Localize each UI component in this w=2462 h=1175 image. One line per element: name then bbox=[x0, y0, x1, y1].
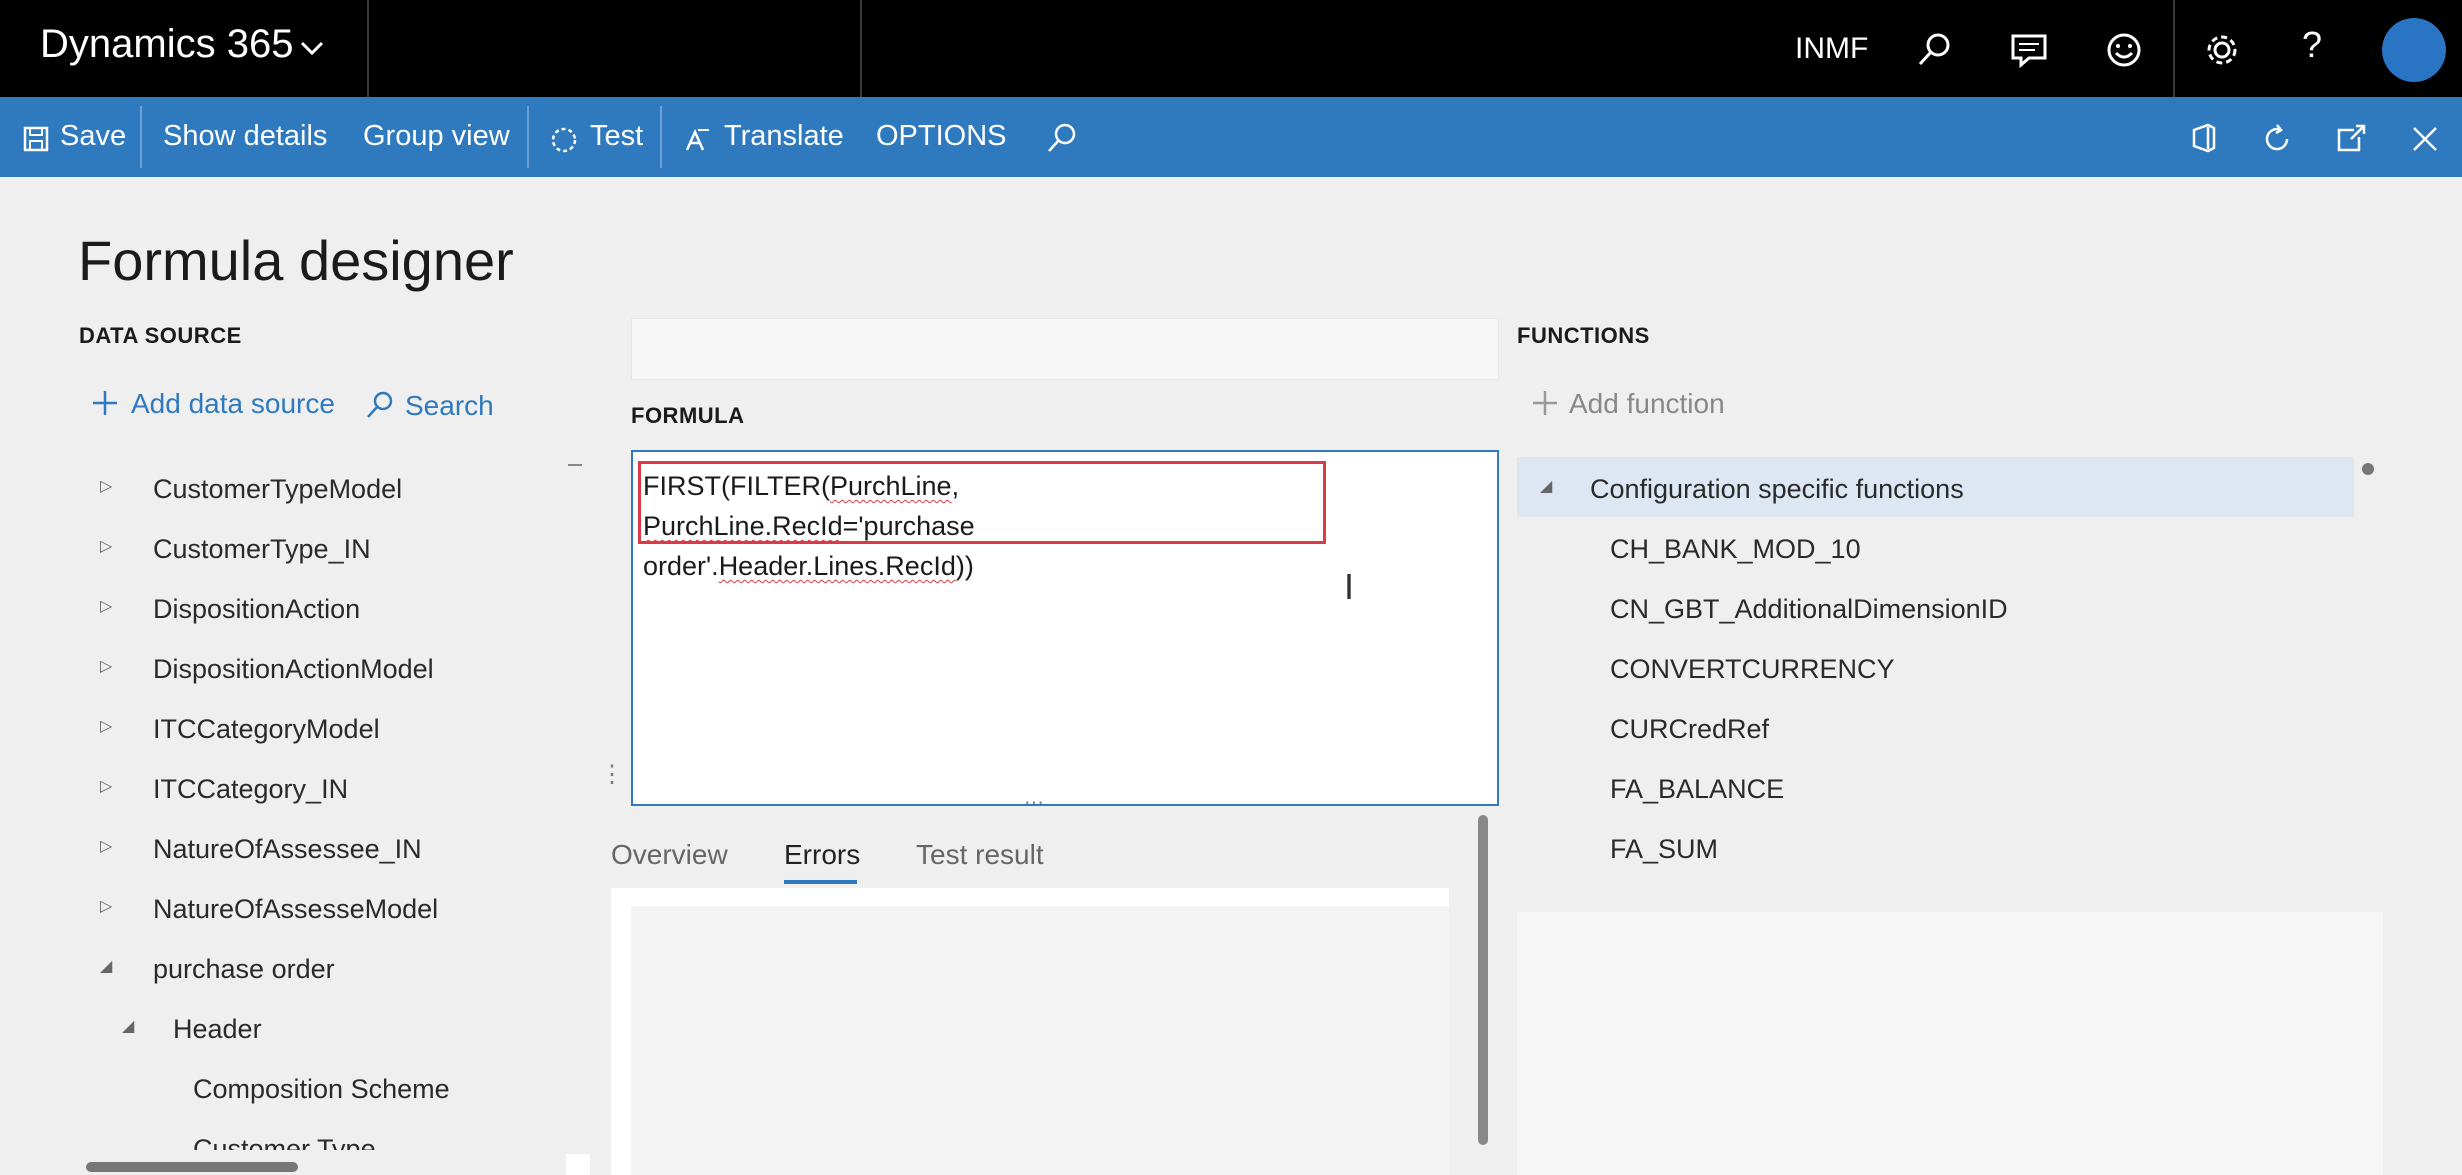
tab-errors[interactable]: Errors bbox=[784, 839, 860, 871]
tree-item[interactable]: purchase order bbox=[153, 954, 335, 985]
group-view-button[interactable]: Group view bbox=[363, 120, 510, 153]
office-icon[interactable] bbox=[2188, 122, 2220, 154]
expand-icon[interactable]: ▷ bbox=[100, 656, 112, 676]
function-description-panel bbox=[1517, 912, 2383, 1175]
tree-item[interactable]: Customer Type bbox=[193, 1134, 376, 1150]
top-navigation-bar bbox=[0, 0, 2462, 97]
options-tab[interactable]: OPTIONS bbox=[876, 120, 1007, 153]
app-title[interactable]: Dynamics 365 bbox=[40, 22, 293, 67]
formula-highlight-box bbox=[638, 461, 1326, 544]
add-icon bbox=[93, 391, 117, 415]
formula-path-bar bbox=[631, 318, 1499, 380]
expand-icon[interactable]: ▷ bbox=[100, 596, 112, 616]
save-button[interactable]: Save bbox=[60, 120, 126, 153]
test-icon bbox=[551, 127, 577, 153]
expand-icon[interactable]: ▷ bbox=[100, 716, 112, 736]
resize-handle-icon[interactable]: ⋯ bbox=[1024, 790, 1044, 815]
scroll-corner bbox=[566, 1154, 590, 1175]
tree-item[interactable]: Composition Scheme bbox=[193, 1074, 450, 1105]
tree-item[interactable]: Header bbox=[173, 1014, 262, 1045]
search-icon bbox=[367, 391, 393, 418]
topbar-divider bbox=[860, 0, 862, 97]
page-title: Formula designer bbox=[78, 229, 514, 292]
function-item[interactable]: CH_BANK_MOD_10 bbox=[1610, 534, 1861, 565]
action-divider bbox=[660, 106, 662, 168]
function-item[interactable]: CURCredRef bbox=[1610, 714, 1769, 745]
function-group-label[interactable]: Configuration specific functions bbox=[1590, 474, 1964, 505]
expand-icon[interactable]: ▷ bbox=[100, 476, 112, 496]
tree-item[interactable]: CustomerType_IN bbox=[153, 534, 371, 565]
add-icon bbox=[1533, 391, 1557, 415]
save-icon bbox=[23, 126, 49, 152]
smiley-icon[interactable] bbox=[2102, 28, 2146, 72]
tree-item-clip: Customer Type bbox=[150, 1128, 580, 1150]
function-item[interactable]: FA_BALANCE bbox=[1610, 774, 1784, 805]
avatar[interactable] bbox=[2382, 18, 2446, 82]
expand-icon[interactable]: ▷ bbox=[100, 836, 112, 856]
close-icon[interactable] bbox=[2410, 124, 2440, 154]
formula-token: Header.Lines.RecId bbox=[718, 551, 956, 581]
tree-item[interactable]: NatureOfAssesseModel bbox=[153, 894, 438, 925]
tree-item[interactable]: ITCCategory_IN bbox=[153, 774, 348, 805]
expand-icon[interactable]: ▷ bbox=[100, 536, 112, 556]
search-icon[interactable] bbox=[1044, 120, 1080, 156]
functions-heading: FUNCTIONS bbox=[1517, 323, 1650, 348]
chevron-down-icon[interactable] bbox=[296, 32, 328, 64]
show-details-button[interactable]: Show details bbox=[163, 120, 327, 153]
add-function-button[interactable]: Add function bbox=[1569, 388, 1725, 420]
text-cursor-icon: I bbox=[1344, 566, 1355, 607]
refresh-icon[interactable] bbox=[2260, 122, 2294, 156]
data-source-search-button[interactable]: Search bbox=[405, 390, 494, 422]
active-tab-indicator bbox=[784, 880, 857, 884]
function-item[interactable]: CONVERTCURRENCY bbox=[1610, 654, 1895, 685]
collapse-icon[interactable]: ◢ bbox=[1540, 476, 1552, 496]
open-new-window-icon[interactable] bbox=[2334, 122, 2368, 156]
help-icon[interactable]: ? bbox=[2302, 24, 2322, 66]
tree-item[interactable]: CustomerTypeModel bbox=[153, 474, 402, 505]
tree-item[interactable]: DispositionAction bbox=[153, 594, 360, 625]
tree-item[interactable]: NatureOfAssessee_IN bbox=[153, 834, 422, 865]
gear-icon[interactable] bbox=[2200, 28, 2244, 72]
expand-icon[interactable]: ▷ bbox=[100, 896, 112, 916]
data-source-heading: DATA SOURCE bbox=[79, 323, 242, 348]
function-item[interactable]: FA_SUM bbox=[1610, 834, 1718, 865]
errors-grid bbox=[631, 906, 1449, 1175]
chat-icon[interactable] bbox=[2007, 28, 2051, 72]
tab-overview[interactable]: Overview bbox=[611, 839, 728, 871]
tree-item[interactable]: DispositionActionModel bbox=[153, 654, 434, 685]
action-divider bbox=[527, 106, 529, 168]
expand-icon[interactable]: ▷ bbox=[100, 776, 112, 796]
collapse-handle[interactable] bbox=[568, 464, 582, 466]
topbar-divider bbox=[2173, 0, 2175, 97]
tree-item[interactable]: ITCCategoryModel bbox=[153, 714, 380, 745]
topbar-divider bbox=[367, 0, 369, 97]
collapse-icon[interactable]: ◢ bbox=[122, 1016, 134, 1036]
collapse-icon[interactable]: ◢ bbox=[100, 956, 112, 976]
company-picker[interactable]: INMF bbox=[1795, 32, 1868, 66]
splitter-handle-icon[interactable]: ⋮ bbox=[600, 760, 624, 789]
translate-button[interactable]: Translate bbox=[724, 120, 844, 153]
vertical-scrollbar-thumb[interactable] bbox=[1478, 815, 1488, 1145]
formula-heading: FORMULA bbox=[631, 403, 745, 428]
translate-icon bbox=[685, 128, 709, 151]
add-data-source-button[interactable]: Add data source bbox=[131, 388, 335, 420]
tab-test-result[interactable]: Test result bbox=[916, 839, 1044, 871]
test-button[interactable]: Test bbox=[590, 120, 643, 153]
action-divider bbox=[140, 106, 142, 168]
scroll-indicator bbox=[2362, 463, 2374, 475]
function-item[interactable]: CN_GBT_AdditionalDimensionID bbox=[1610, 594, 2008, 625]
search-icon[interactable] bbox=[1912, 28, 1956, 72]
horizontal-scrollbar-thumb[interactable] bbox=[86, 1162, 298, 1172]
